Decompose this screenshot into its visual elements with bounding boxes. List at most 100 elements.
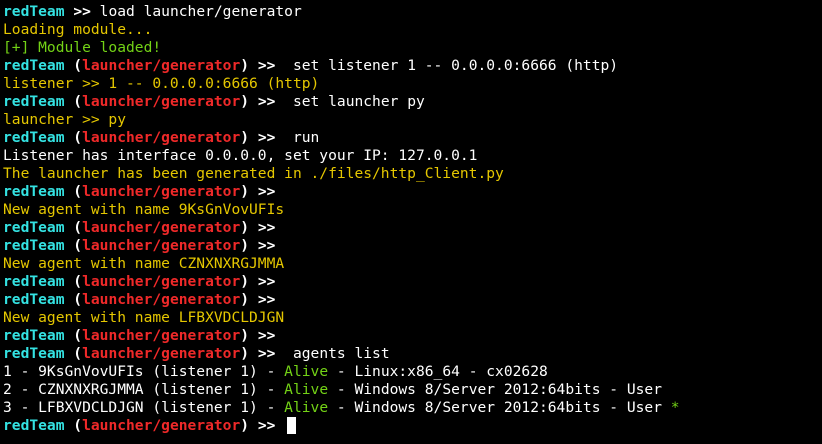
prompt-arrow: >> [257, 93, 276, 110]
prompt-line: redTeam (launcher/generator) >> [3, 273, 822, 291]
prompt-module-open: ( [64, 183, 83, 200]
prompt-module-close: ) [240, 273, 258, 290]
prompt-module: launcher/generator [82, 345, 241, 362]
output-line: Listener has interface 0.0.0.0, set your… [3, 147, 822, 165]
agent-row: 2 - CZNXNXRGJMMA (listener 1) - Alive - … [3, 381, 822, 399]
prompt-module-close: ) [240, 93, 258, 110]
prompt-arrow: >> [257, 291, 276, 308]
prompt-user: redTeam [3, 291, 65, 308]
prompt-module-open: ( [64, 219, 83, 236]
prompt-user: redTeam [3, 345, 65, 362]
prompt-module: launcher/generator [82, 57, 241, 74]
agent-row: 1 - 9KsGnVovUFIs (listener 1) - Alive - … [3, 363, 822, 381]
agent-info: 3 - LFBXVDCLDJGN (listener 1) - [3, 399, 285, 416]
agent-status: Alive [284, 363, 329, 380]
output-text: listener >> 1 -- 0.0.0.0:6666 (http) [3, 75, 320, 92]
agent-status: Alive [284, 381, 329, 398]
output-line: listener >> 1 -- 0.0.0.0:6666 (http) [3, 75, 822, 93]
prompt-user: redTeam [3, 273, 65, 290]
prompt-line: redTeam >> load launcher/generator [3, 3, 822, 21]
prompt-module-close: ) [240, 237, 258, 254]
prompt-arrow: >> [257, 129, 276, 146]
prompt-arrow: >> [257, 183, 276, 200]
output-text: The launcher has been generated in ./fil… [3, 165, 504, 182]
prompt-module: launcher/generator [82, 93, 241, 110]
prompt-user: redTeam [3, 57, 65, 74]
prompt-arrow: >> [257, 345, 276, 362]
prompt-module: launcher/generator [82, 291, 241, 308]
agent-details: - Linux:x86_64 - cx02628 [328, 363, 548, 380]
prompt-module-open: ( [64, 237, 83, 254]
output-text: launcher >> py [3, 111, 127, 128]
prompt-module: launcher/generator [82, 129, 241, 146]
agent-current-marker: * [670, 399, 680, 416]
prompt-arrow: >> [257, 57, 276, 74]
terminal-window[interactable]: redTeam >> load launcher/generator Loadin… [0, 0, 822, 444]
prompt-arrow: >> [257, 237, 276, 254]
command-text: set listener 1 -- 0.0.0.0:6666 (http) [275, 57, 619, 74]
prompt-module-open: ( [64, 417, 83, 434]
agent-row: 3 - LFBXVDCLDJGN (listener 1) - Alive - … [3, 399, 822, 417]
output-line: [+] Module loaded! [3, 39, 822, 57]
agent-status: Alive [284, 399, 329, 416]
prompt-arrow: >> [257, 327, 276, 344]
text-cursor[interactable] [287, 417, 297, 434]
prompt-module-close: ) [240, 183, 258, 200]
prompt-arrow: >> [257, 273, 276, 290]
prompt-user: redTeam [3, 183, 65, 200]
prompt-line: redTeam (launcher/generator) >> [3, 219, 822, 237]
command-text: agents list [275, 345, 390, 362]
prompt-module: launcher/generator [82, 273, 241, 290]
output-line: New agent with name 9KsGnVovUFIs [3, 201, 822, 219]
agent-info: 1 - 9KsGnVovUFIs (listener 1) - [3, 363, 285, 380]
output-text: New agent with name LFBXVDCLDJGN [3, 309, 285, 326]
prompt-line: redTeam (launcher/generator) >> agents l… [3, 345, 822, 363]
agent-info: 2 - CZNXNXRGJMMA (listener 1) - [3, 381, 285, 398]
prompt-user: redTeam [3, 417, 65, 434]
prompt-user: redTeam [3, 129, 65, 146]
prompt-module-close: ) [240, 327, 258, 344]
prompt-module: launcher/generator [82, 237, 241, 254]
output-line: New agent with name LFBXVDCLDJGN [3, 309, 822, 327]
prompt-module-open: ( [64, 57, 83, 74]
output-line: launcher >> py [3, 111, 822, 129]
output-text: Loading module... [3, 21, 153, 38]
prompt-user: redTeam [3, 237, 65, 254]
prompt-line: redTeam (launcher/generator) >> [3, 183, 822, 201]
command-text [275, 417, 284, 434]
prompt-line: redTeam (launcher/generator) >> [3, 291, 822, 309]
prompt-module-close: ) [240, 219, 258, 236]
prompt-line: redTeam (launcher/generator) >> [3, 327, 822, 345]
agent-details: - Windows 8/Server 2012:64bits - User [328, 381, 662, 398]
command-text: load launcher/generator [90, 3, 302, 20]
prompt-module-open: ( [64, 345, 83, 362]
output-text: New agent with name 9KsGnVovUFIs [3, 201, 285, 218]
command-text: run [275, 129, 320, 146]
prompt-module-open: ( [64, 291, 83, 308]
prompt-module-open: ( [64, 93, 83, 110]
prompt-module: launcher/generator [82, 327, 241, 344]
output-text: New agent with name CZNXNXRGJMMA [3, 255, 285, 272]
prompt-line: redTeam (launcher/generator) >> [3, 237, 822, 255]
prompt-module-close: ) [240, 291, 258, 308]
output-line: Loading module... [3, 21, 822, 39]
prompt-module-close: ) [240, 417, 258, 434]
prompt-user: redTeam [3, 93, 65, 110]
prompt-line: redTeam (launcher/generator) >> set laun… [3, 93, 822, 111]
prompt-line: redTeam (launcher/generator) >> set list… [3, 57, 822, 75]
prompt-module-close: ) [240, 345, 258, 362]
prompt-module: launcher/generator [82, 417, 241, 434]
prompt-line: redTeam (launcher/generator) >> run [3, 129, 822, 147]
prompt-line: redTeam (launcher/generator) >> [3, 417, 822, 435]
agent-details: - Windows 8/Server 2012:64bits - User [328, 399, 671, 416]
prompt-arrow: >> [257, 417, 276, 434]
prompt-module-open: ( [64, 129, 83, 146]
prompt-module-open: ( [64, 273, 83, 290]
prompt-module: launcher/generator [82, 219, 241, 236]
prompt-module-close: ) [240, 57, 258, 74]
prompt-module: launcher/generator [82, 183, 241, 200]
output-text: Listener has interface 0.0.0.0, set your… [3, 147, 478, 164]
output-text: [+] Module loaded! [3, 39, 162, 56]
prompt-module-open: ( [64, 327, 83, 344]
output-line: New agent with name CZNXNXRGJMMA [3, 255, 822, 273]
